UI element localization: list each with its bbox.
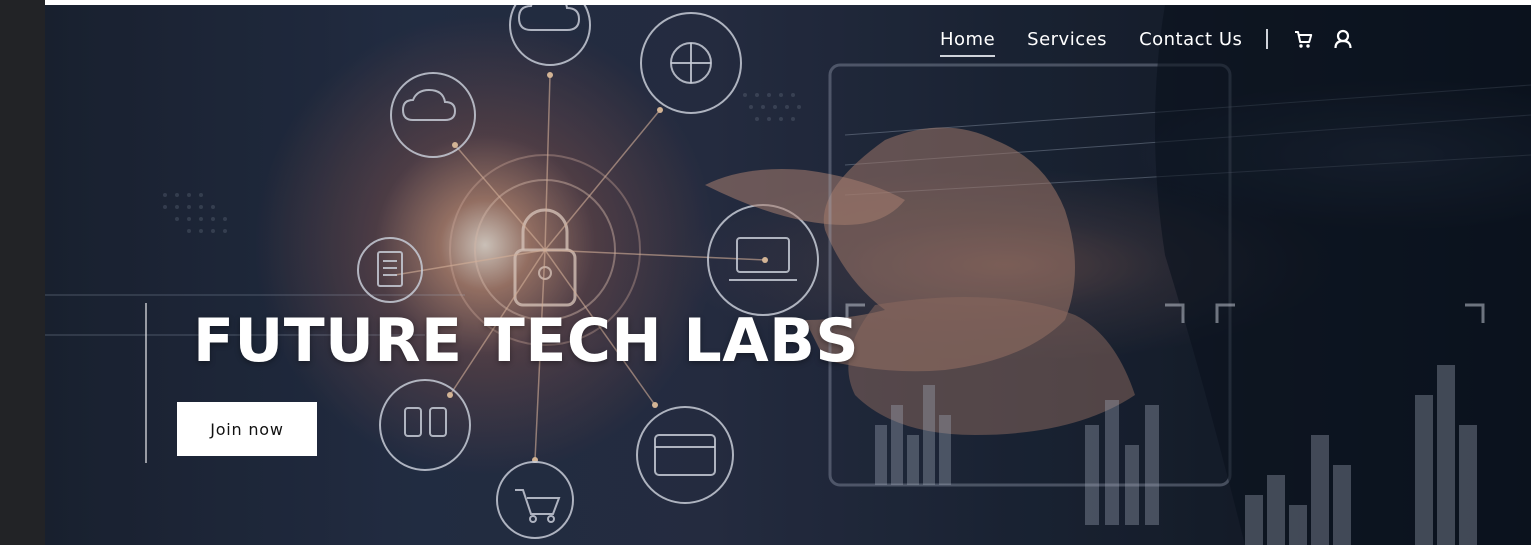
hero-accent-line [145,303,147,463]
nav-divider [1266,29,1269,49]
hero-title: FUTURE TECH LABS [193,306,860,376]
main-nav: Home Services Contact Us [940,27,1372,57]
left-edge-strip [0,0,45,545]
nav-services-link[interactable]: Services [1027,29,1107,50]
hero-background-illustration [45,5,1531,545]
join-now-button[interactable]: Join now [177,402,317,456]
nav-contact-link[interactable]: Contact Us [1139,29,1242,50]
account-icon[interactable] [1332,28,1354,50]
nav-home-link[interactable]: Home [940,29,996,57]
hero-banner [45,5,1531,545]
cart-icon[interactable] [1292,28,1314,50]
